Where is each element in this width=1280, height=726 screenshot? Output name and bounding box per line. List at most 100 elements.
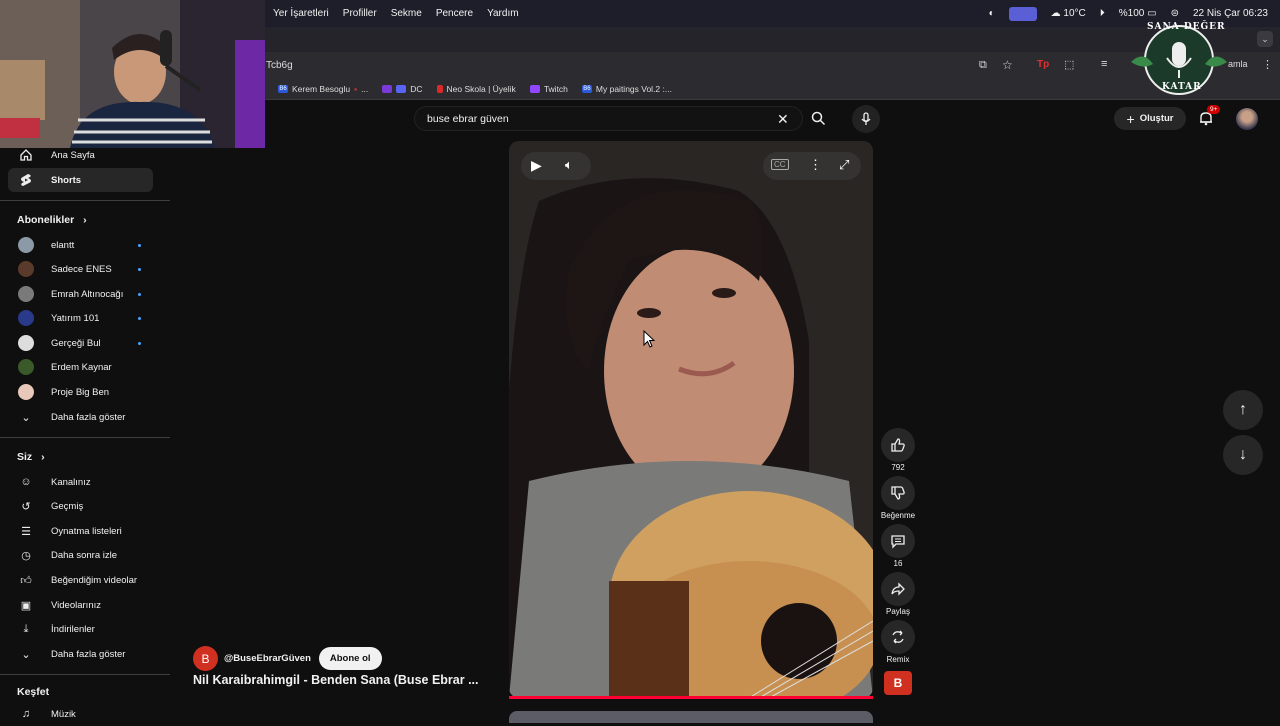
volume-button[interactable]: 🔈︎ bbox=[565, 157, 573, 173]
menu-profiles[interactable]: Profiller bbox=[343, 8, 377, 19]
sidebar-item-watch-later[interactable]: ◷ Daha sonra izle bbox=[8, 543, 153, 567]
subscriptions-title: Abonelikler bbox=[17, 214, 75, 226]
channel-name[interactable]: @BuseEbrarGüven bbox=[224, 653, 311, 664]
sidebar-item-liked[interactable]: 👍︎ Beğendiğim videolar bbox=[8, 568, 153, 592]
sidebar-item-playlists[interactable]: ☰ Oynatma listeleri bbox=[8, 519, 153, 543]
bookmark-twitch[interactable]: Twitch bbox=[529, 84, 568, 94]
menu-window[interactable]: Pencere bbox=[436, 8, 473, 19]
extensions-icon[interactable]: ⬚ bbox=[1064, 58, 1074, 71]
history-icon: ↺ bbox=[21, 500, 31, 513]
install-icon[interactable]: ⧉ bbox=[979, 59, 987, 72]
sidebar-item-subs-more[interactable]: ⌄ Daha fazla göster bbox=[8, 405, 153, 429]
notifications-button[interactable]: 9+ bbox=[1198, 105, 1221, 126]
search-button[interactable] bbox=[803, 106, 833, 131]
bookmark-kerem[interactable]: B6 Kerem Besoglu ▪ ... bbox=[278, 84, 368, 94]
search-input[interactable]: buse ebrar güven bbox=[427, 113, 509, 125]
bookmark-neo-skola[interactable]: Neo Skola | Üyelik bbox=[436, 83, 516, 94]
bookmark-dc[interactable]: DC bbox=[382, 84, 423, 94]
thumbs-up-icon: 👍︎ bbox=[20, 574, 32, 587]
sidebar-item-sub-gercegi-bul[interactable]: Gerçeği Bul bbox=[8, 331, 153, 355]
new-content-dot bbox=[138, 267, 141, 271]
short-title[interactable]: Nil Karaibrahimgil - Benden Sana (Buse E… bbox=[193, 673, 503, 687]
shorts-video-player[interactable]: ▶ 🔈︎ CC ⋮ ⤢ bbox=[509, 141, 873, 698]
sidebar-item-you-more[interactable]: ⌄ Daha fazla göster bbox=[8, 642, 153, 666]
sidebar-item-sub-emrah[interactable]: Emrah Altınocağı bbox=[8, 282, 153, 306]
play-button[interactable]: ▶ bbox=[531, 157, 542, 174]
sidebar-item-downloads[interactable]: ⤓ İndirilenler bbox=[8, 617, 153, 641]
reading-list-icon[interactable]: ≡ bbox=[1101, 58, 1107, 70]
microphone-icon bbox=[861, 112, 871, 125]
captions-button[interactable]: CC bbox=[771, 159, 789, 170]
chevron-right-icon: › bbox=[83, 214, 87, 226]
tab-list-button[interactable]: ⌄ bbox=[1257, 31, 1273, 47]
plus-icon: + bbox=[1126, 110, 1135, 127]
bookmark-label: Neo Skola | Üyelik bbox=[446, 83, 516, 94]
browser-menu-icon[interactable]: ⋮ bbox=[1262, 58, 1273, 71]
notification-badge: 9+ bbox=[1207, 105, 1221, 114]
comment-icon bbox=[891, 535, 905, 549]
channel-avatar-small[interactable]: B bbox=[884, 671, 912, 695]
play-icon[interactable]: ⏵ bbox=[1100, 8, 1105, 19]
next-short-preview[interactable] bbox=[509, 711, 873, 723]
bookmark-b6-icon: B6 bbox=[278, 84, 288, 93]
clock[interactable]: 22 Nis Çar 06:23 bbox=[1193, 8, 1268, 19]
menu-bookmarks[interactable]: Yer İşaretleri bbox=[273, 8, 329, 19]
fullscreen-button[interactable]: ⤢ bbox=[839, 157, 849, 173]
bookmark-label: Kerem Besoglu bbox=[292, 83, 351, 94]
new-content-dot bbox=[138, 243, 141, 247]
bookmark-star-icon[interactable]: ☆ bbox=[1002, 58, 1013, 72]
battery-widget[interactable]: %100 ▭ bbox=[1119, 8, 1157, 19]
channel-avatar[interactable]: B bbox=[193, 646, 218, 671]
webcam-overlay bbox=[0, 0, 265, 148]
search-box[interactable]: buse ebrar güven ✕ bbox=[414, 106, 803, 131]
sidebar-item-label: Beğendiğim videolar bbox=[51, 574, 138, 586]
player-options: CC ⋮ ⤢ bbox=[763, 152, 861, 180]
playback-controls: ▶ 🔈︎ bbox=[521, 152, 591, 180]
video-progress-bar[interactable] bbox=[509, 696, 873, 699]
clock-icon: ◷ bbox=[21, 549, 31, 562]
account-avatar[interactable] bbox=[1236, 108, 1258, 130]
sidebar-item-sub-yatirim[interactable]: Yatırım 101 bbox=[8, 306, 153, 330]
arrow-down-icon: ↓ bbox=[1239, 446, 1247, 463]
more-options-icon[interactable]: ⋮ bbox=[809, 157, 822, 173]
comments-button[interactable] bbox=[881, 524, 915, 558]
menu-tab[interactable]: Sekme bbox=[391, 8, 422, 19]
create-button[interactable]: + Oluştur bbox=[1114, 107, 1186, 130]
sidebar-item-label: Müzik bbox=[51, 708, 76, 720]
previous-short-button[interactable]: ↑ bbox=[1223, 390, 1263, 430]
you-heading[interactable]: Siz › bbox=[17, 451, 45, 463]
avatar bbox=[18, 335, 34, 351]
sidebar-item-sub-elantt[interactable]: elantt bbox=[8, 233, 153, 257]
subscriptions-heading[interactable]: Abonelikler › bbox=[17, 214, 87, 226]
avatar bbox=[18, 310, 34, 326]
sidebar-item-sub-big-ben[interactable]: Proje Big Ben bbox=[8, 380, 153, 404]
display-icon[interactable] bbox=[1008, 6, 1037, 21]
clear-search-icon[interactable]: ✕ bbox=[777, 111, 789, 128]
extension-tp-icon[interactable]: Tp bbox=[1037, 59, 1049, 70]
next-short-button[interactable]: ↓ bbox=[1223, 435, 1263, 475]
sidebar-item-your-channel[interactable]: ☺ Kanalınız bbox=[8, 470, 153, 494]
neo-icon bbox=[436, 84, 443, 93]
bookmark-paintings[interactable]: B6 My paitings Vol.2 :... bbox=[581, 83, 672, 94]
url-text[interactable]: Tcb6g bbox=[266, 60, 293, 71]
sidebar-item-label: Kanalınız bbox=[51, 476, 91, 488]
sidebar-item-label: Geçmiş bbox=[51, 500, 84, 512]
remix-button[interactable] bbox=[881, 620, 915, 654]
control-center-icon[interactable]: ◐ bbox=[989, 8, 995, 19]
toggle-icon[interactable]: ⊜ bbox=[1171, 8, 1179, 19]
sidebar-item-history[interactable]: ↺ Geçmiş bbox=[8, 494, 153, 518]
menu-help[interactable]: Yardım bbox=[487, 8, 519, 19]
dislike-button[interactable] bbox=[881, 476, 915, 510]
sidebar-item-shorts[interactable]: Shorts bbox=[8, 168, 153, 192]
sidebar-item-sub-sadece-enes[interactable]: Sadece ENES bbox=[8, 257, 153, 281]
sidebar-item-label: Emrah Altınocağı bbox=[51, 288, 124, 300]
sidebar-item-your-videos[interactable]: ▣ Videolarınız bbox=[8, 593, 153, 617]
sidebar-item-sub-erdem[interactable]: Erdem Kaynar bbox=[8, 355, 153, 379]
like-button[interactable] bbox=[881, 428, 915, 462]
voice-search-button[interactable] bbox=[852, 105, 880, 133]
share-button[interactable] bbox=[881, 572, 915, 606]
subscribe-button[interactable]: Abone ol bbox=[318, 647, 382, 670]
weather-widget[interactable]: ☁ 10°C bbox=[1051, 8, 1086, 19]
bookmark-label: My paitings Vol.2 :... bbox=[595, 83, 672, 94]
sidebar-item-music[interactable]: ♫ Müzik bbox=[8, 702, 153, 726]
